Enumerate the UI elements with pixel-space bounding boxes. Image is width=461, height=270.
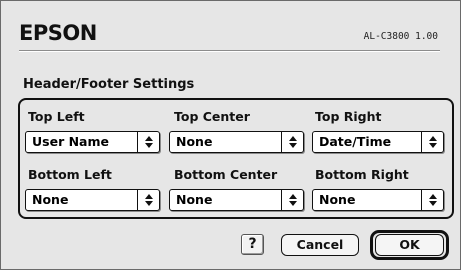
- section-title: Header/Footer Settings: [23, 77, 195, 92]
- top-right-popup[interactable]: Date/Time: [312, 131, 444, 153]
- bottom-left-value: None: [32, 192, 69, 207]
- cancel-button[interactable]: Cancel: [281, 234, 359, 256]
- help-button[interactable]: ?: [241, 234, 264, 255]
- header-divider: [19, 50, 440, 52]
- top-right-label: Top Right: [315, 109, 382, 124]
- top-center-label: Top Center: [174, 109, 250, 124]
- model-version: AL-C3800 1.00: [363, 31, 438, 42]
- top-left-label: Top Left: [28, 109, 85, 124]
- updown-arrows-icon: [137, 132, 159, 152]
- bottom-left-label: Bottom Left: [28, 167, 112, 182]
- brand-logo: EPSON: [19, 21, 97, 45]
- updown-arrows-icon: [137, 190, 159, 210]
- bottom-center-value: None: [176, 192, 213, 207]
- bottom-right-label: Bottom Right: [315, 167, 409, 182]
- top-center-value: None: [176, 134, 213, 149]
- bottom-center-popup[interactable]: None: [169, 189, 304, 211]
- ok-button[interactable]: OK: [375, 234, 444, 256]
- top-center-popup[interactable]: None: [169, 131, 304, 153]
- top-left-popup[interactable]: User Name: [25, 131, 160, 153]
- bottom-right-popup[interactable]: None: [312, 189, 444, 211]
- updown-arrows-icon: [281, 132, 303, 152]
- header-footer-dialog: EPSON AL-C3800 1.00 Header/Footer Settin…: [0, 0, 461, 270]
- updown-arrows-icon: [421, 190, 443, 210]
- updown-arrows-icon: [421, 132, 443, 152]
- top-left-value: User Name: [32, 134, 109, 149]
- bottom-center-label: Bottom Center: [174, 167, 278, 182]
- bottom-left-popup[interactable]: None: [25, 189, 160, 211]
- bottom-right-value: None: [319, 192, 356, 207]
- question-mark-icon: ?: [248, 236, 257, 252]
- top-right-value: Date/Time: [319, 134, 392, 149]
- updown-arrows-icon: [281, 190, 303, 210]
